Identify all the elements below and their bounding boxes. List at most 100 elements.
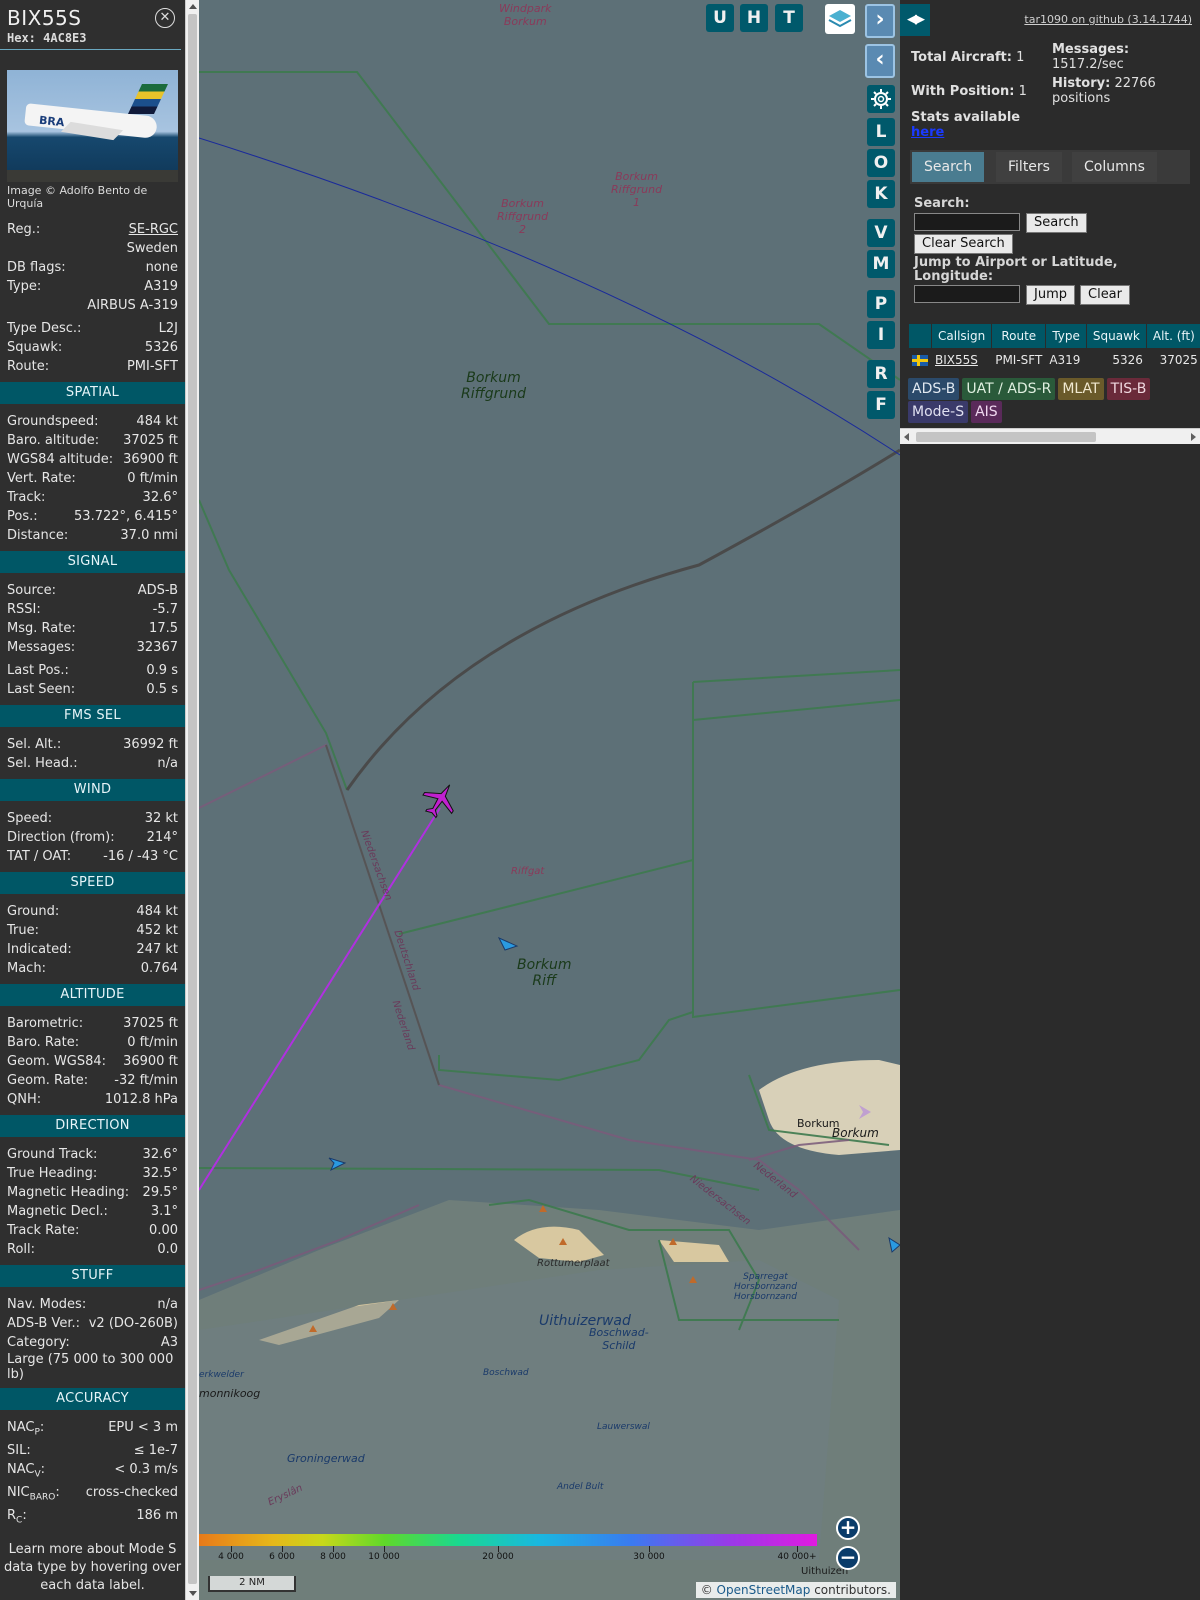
direction-label[interactable]: Magnetic Heading: (7, 1183, 129, 1202)
stuff-label[interactable]: Nav. Modes: (7, 1295, 86, 1314)
collapse-sidebar-button[interactable]: ‹ (865, 44, 895, 78)
spatial-label[interactable]: Distance: (7, 526, 68, 545)
close-icon[interactable]: ✕ (155, 8, 175, 28)
scroll-right-icon[interactable] (1191, 433, 1196, 441)
map-button-i[interactable]: I (867, 321, 895, 349)
spatial-label[interactable]: Track: (7, 488, 45, 507)
altitude-label[interactable]: Barometric: (7, 1014, 83, 1033)
zoom-out-button[interactable]: − (836, 1546, 860, 1570)
legend-uat-ads-r[interactable]: UAT / ADS-R (962, 378, 1056, 400)
settings-button[interactable] (867, 85, 895, 113)
column-header-squawk[interactable]: Squawk (1086, 324, 1146, 348)
map-button-u[interactable]: U (706, 4, 734, 32)
speed-label[interactable]: Ground: (7, 902, 59, 921)
sil-label[interactable]: SIL: (7, 1441, 31, 1460)
direction-label[interactable]: Roll: (7, 1240, 35, 1259)
row-callsign[interactable]: BIX55S (932, 349, 991, 371)
map-button-t[interactable]: T (775, 4, 803, 32)
map-button-p[interactable]: P (867, 290, 895, 318)
speed-label[interactable]: True: (7, 921, 39, 940)
legend-ads-b[interactable]: ADS-B (908, 378, 960, 400)
speed-label[interactable]: Indicated: (7, 940, 72, 959)
tab-search[interactable]: Search (912, 152, 985, 182)
layers-button[interactable] (825, 4, 855, 34)
stats-here-link[interactable]: here (911, 125, 944, 140)
spatial-label[interactable]: Baro. altitude: (7, 431, 99, 450)
legend-ais[interactable]: AIS (971, 401, 1002, 423)
search-button[interactable]: Search (1026, 213, 1087, 233)
tab-columns[interactable]: Columns (1072, 152, 1157, 182)
map-button-v[interactable]: V (867, 219, 895, 247)
altitude-label[interactable]: Geom. WGS84: (7, 1052, 106, 1071)
column-header-type[interactable]: Type (1046, 324, 1086, 348)
signal-label[interactable]: Msg. Rate: (7, 619, 76, 638)
map-button-l[interactable]: L (867, 118, 895, 146)
column-header-altitude[interactable]: Alt. (ft) (1146, 324, 1200, 348)
map-button-o[interactable]: O (867, 149, 895, 177)
squawk-row: Squawk: 5326 (0, 338, 185, 357)
scroll-thumb[interactable] (188, 14, 197, 1584)
sidebar-toggle-button[interactable]: ◀▶ (900, 4, 930, 36)
fms-label[interactable]: Sel. Alt.: (7, 735, 61, 754)
direction-label[interactable]: Ground Track: (7, 1145, 97, 1164)
signal-label[interactable]: Source: (7, 581, 56, 600)
nicbaro-label[interactable]: NICBARO: (7, 1483, 60, 1503)
signal-label[interactable]: Last Pos.: (7, 661, 69, 680)
signal-label[interactable]: Messages: (7, 638, 75, 657)
spatial-label[interactable]: Vert. Rate: (7, 469, 76, 488)
stuff-label[interactable]: ADS-B Ver.: (7, 1314, 80, 1333)
legend-mlat[interactable]: MLAT (1058, 378, 1104, 400)
expand-sidebar-button[interactable]: › (865, 4, 895, 38)
clear-search-button[interactable]: Clear Search (914, 234, 1013, 254)
fms-label[interactable]: Sel. Head.: (7, 754, 78, 773)
table-horizontal-scrollbar[interactable] (900, 428, 1200, 444)
map-button-k[interactable]: K (867, 180, 895, 208)
spatial-label[interactable]: WGS84 altitude: (7, 450, 113, 469)
column-header-flag[interactable] (909, 324, 931, 348)
rc-label[interactable]: RC: (7, 1506, 27, 1526)
nacv-label[interactable]: NACV: (7, 1460, 45, 1480)
scroll-up-icon[interactable] (189, 4, 197, 9)
signal-label[interactable]: RSSI: (7, 600, 41, 619)
direction-label[interactable]: True Heading: (7, 1164, 97, 1183)
horizontal-scroll-thumb[interactable] (916, 432, 1096, 442)
info-panel-scrollbar[interactable] (185, 0, 199, 1600)
selected-aircraft-icon[interactable] (420, 780, 460, 820)
tab-filters[interactable]: Filters (996, 152, 1062, 182)
direction-label[interactable]: Magnetic Decl.: (7, 1202, 108, 1221)
osm-link[interactable]: OpenStreetMap (717, 1583, 811, 1597)
map-button-h[interactable]: H (740, 4, 768, 32)
wind-label[interactable]: TAT / OAT: (7, 847, 71, 866)
search-input[interactable] (914, 213, 1020, 231)
zoom-in-button[interactable]: + (836, 1516, 860, 1540)
spatial-label[interactable]: Groundspeed: (7, 412, 98, 431)
spatial-label[interactable]: Pos.: (7, 507, 38, 526)
altitude-label[interactable]: Baro. Rate: (7, 1033, 79, 1052)
map-view[interactable]: Windpark Borkum Borkum Riffgrund 2 Borku… (199, 0, 900, 1600)
altitude-label[interactable]: Geom. Rate: (7, 1071, 88, 1090)
nacp-label[interactable]: NACP: (7, 1418, 44, 1438)
map-button-f[interactable]: F (867, 391, 895, 419)
scroll-down-icon[interactable] (189, 1591, 197, 1596)
map-button-m[interactable]: M (867, 250, 895, 278)
registration-link[interactable]: SE-RGC (129, 220, 178, 239)
wind-label[interactable]: Direction (from): (7, 828, 115, 847)
jump-input[interactable] (914, 285, 1020, 303)
aircraft-photo[interactable]: BRA (7, 70, 178, 182)
column-header-callsign[interactable]: Callsign (932, 324, 992, 348)
direction-label[interactable]: Track Rate: (7, 1221, 79, 1240)
stuff-label[interactable]: Category: (7, 1333, 70, 1352)
legend-mode-s[interactable]: Mode-S (908, 401, 969, 423)
github-link[interactable]: tar1090 on github (3.14.1744) (1024, 13, 1192, 26)
signal-label[interactable]: Last Seen: (7, 680, 75, 699)
speed-label[interactable]: Mach: (7, 959, 46, 978)
map-button-r[interactable]: R (867, 360, 895, 388)
legend-tis-b[interactable]: TIS-B (1106, 378, 1151, 400)
table-row[interactable]: BIX55S PMI-SFT A319 5326 37025 (909, 349, 1200, 371)
column-header-route[interactable]: Route (992, 324, 1046, 348)
clear-jump-button[interactable]: Clear (1080, 285, 1130, 305)
altitude-label[interactable]: QNH: (7, 1090, 41, 1109)
scroll-left-icon[interactable] (904, 433, 909, 441)
jump-button[interactable]: Jump (1026, 285, 1075, 305)
wind-label[interactable]: Speed: (7, 809, 52, 828)
